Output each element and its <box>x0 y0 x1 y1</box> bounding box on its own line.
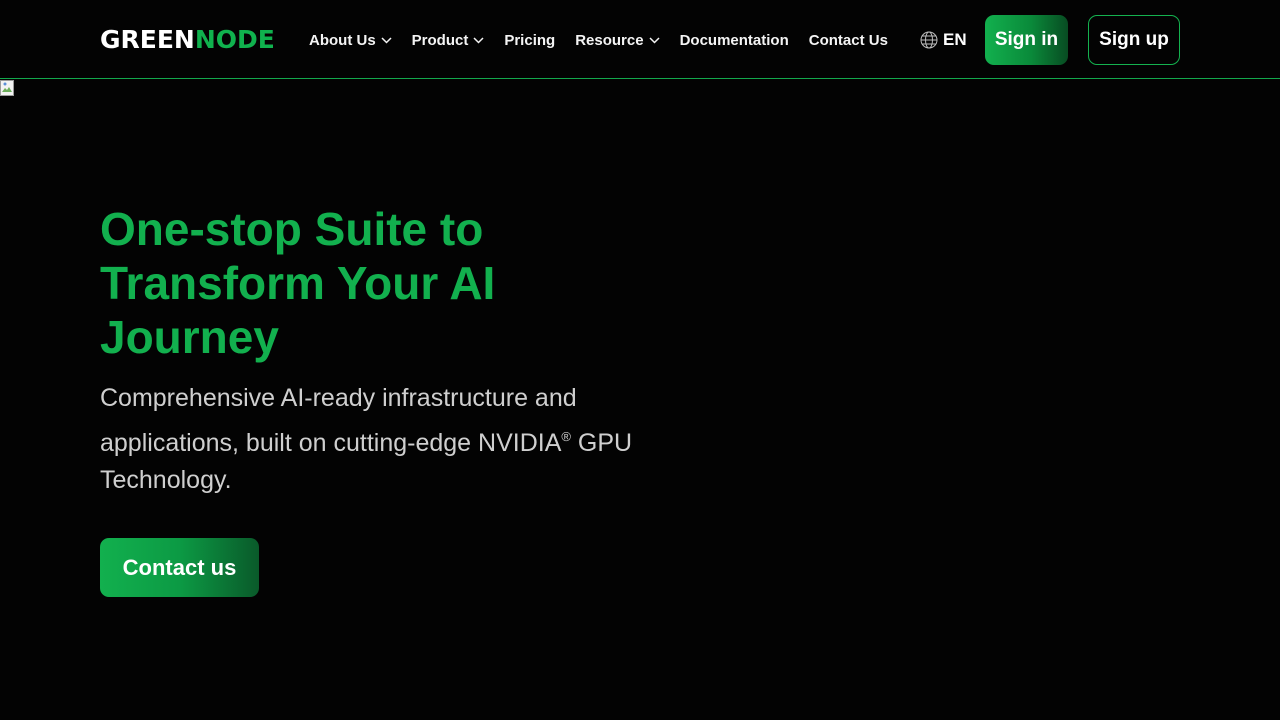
logo-text-node: NODE <box>194 25 275 54</box>
nav-item-label: Documentation <box>679 31 789 49</box>
nav-item-about-us[interactable]: About Us <box>309 32 392 49</box>
top-navbar: GREEN NODE About Us Product Pricing Resou… <box>0 0 1280 79</box>
nav-item-label: Resource <box>575 31 644 49</box>
sign-in-button[interactable]: Sign in <box>985 15 1068 65</box>
language-label: EN <box>943 30 967 49</box>
nav-item-product[interactable]: Product <box>412 32 485 49</box>
hero-subtitle-main: Comprehensive AI-ready infrastructure an… <box>100 384 577 457</box>
chevron-down-icon <box>649 36 660 44</box>
nav-item-pricing[interactable]: Pricing <box>504 32 555 49</box>
main-nav: About Us Product Pricing Resource Docume… <box>309 30 908 50</box>
globe-icon <box>920 31 938 49</box>
hero-subtitle: Comprehensive AI-ready infrastructure an… <box>100 380 660 500</box>
nav-item-contact-us[interactable]: Contact Us <box>809 32 888 49</box>
nav-item-label: Pricing <box>504 31 556 49</box>
nav-item-label: About Us <box>309 31 376 49</box>
hero-title: One-stop Suite to Transform Your AI Jour… <box>100 203 496 363</box>
nav-item-documentation[interactable]: Documentation <box>680 32 789 49</box>
broken-image-icon <box>0 80 16 96</box>
language-selector[interactable]: EN <box>920 30 967 50</box>
registered-mark: ® <box>561 428 571 444</box>
nav-item-label: Contact Us <box>808 31 888 49</box>
nav-item-label: Product <box>411 31 469 49</box>
chevron-down-icon <box>381 36 392 44</box>
logo-text-green: GREEN <box>100 25 195 54</box>
nav-item-resource[interactable]: Resource <box>575 31 660 49</box>
contact-us-button[interactable]: Contact us <box>100 538 259 597</box>
greennode-logo[interactable]: GREEN NODE <box>100 25 275 54</box>
sign-up-button[interactable]: Sign up <box>1088 15 1180 65</box>
chevron-down-icon <box>473 36 484 44</box>
